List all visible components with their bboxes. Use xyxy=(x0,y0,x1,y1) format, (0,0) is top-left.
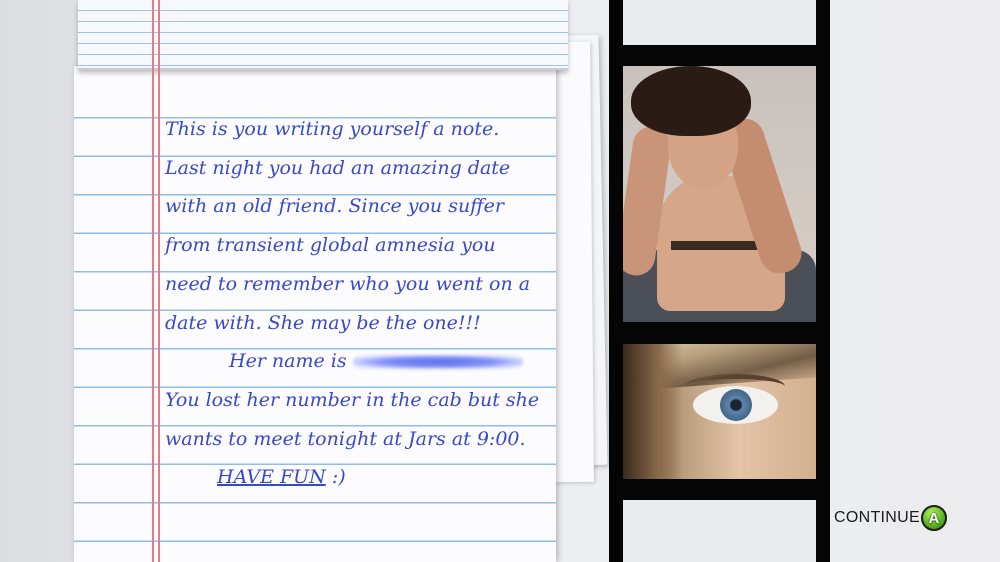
her-name-line: Her name is xyxy=(165,342,565,381)
have-fun-text: HAVE FUN xyxy=(217,466,326,489)
smiley: :) xyxy=(325,466,346,489)
note-line: from transient global amnesia you xyxy=(165,234,496,257)
note-line: with an old friend. Since you suffer xyxy=(165,195,504,218)
man-hair xyxy=(631,66,751,136)
film-frame-blank-top xyxy=(623,0,816,45)
her-name-label: Her name is xyxy=(229,350,347,373)
note-line: date with. She may be the one!!! xyxy=(165,311,481,334)
note-line: need to remember who you went on a xyxy=(165,272,531,295)
note-line: Last night you had an amazing date xyxy=(165,156,511,179)
note-line: This is you writing yourself a note. xyxy=(165,118,500,140)
a-button-icon: A xyxy=(920,505,947,531)
film-frame-blank-bottom xyxy=(623,500,816,562)
photo-distressed-man xyxy=(623,66,816,322)
continue-button[interactable]: CONTINUE A xyxy=(834,505,947,531)
photo-woman-eye xyxy=(623,344,816,479)
dark-hair-strands xyxy=(623,344,683,479)
notepad-margin-line-2 xyxy=(158,0,160,562)
note-line: You lost her number in the cab but she xyxy=(165,388,540,411)
notepad-margin-line xyxy=(152,0,154,562)
have-fun-line: HAVE FUN :) xyxy=(165,458,565,497)
handwritten-note: This is you writing yourself a note. Las… xyxy=(165,110,565,497)
continue-label: CONTINUE xyxy=(834,509,920,526)
redacted-name-blur xyxy=(352,355,523,370)
note-line: wants to meet tonight at Jars at 9:00. xyxy=(165,427,526,450)
